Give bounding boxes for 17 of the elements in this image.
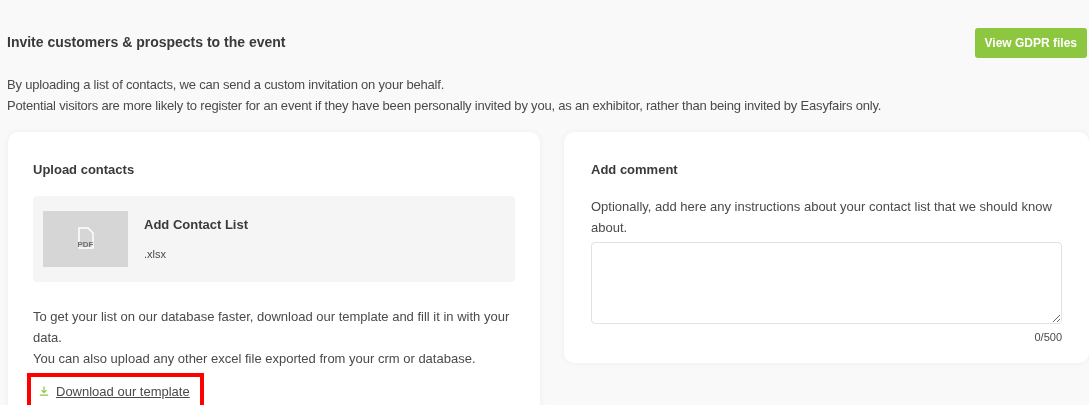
card-title: Upload contacts bbox=[33, 161, 136, 179]
help-text: You can also upload any other excel file exported from your crm or database. bbox=[33, 349, 477, 368]
character-counter: 0/500 bbox=[1034, 330, 1062, 345]
comment-field[interactable] bbox=[591, 241, 1062, 324]
file-type-label: PDF bbox=[77, 238, 94, 251]
help-text: To get your list on our database faster, download our template and fill it in with your data. bbox=[33, 307, 511, 347]
page-title: Invite customers & prospects to the event bbox=[7, 33, 286, 52]
file-format: .xlsx bbox=[144, 247, 167, 262]
comment-hint: Optionally, add here any instructions about your contact list that we should know about. bbox=[591, 197, 1053, 237]
document-icon bbox=[77, 226, 94, 249]
download-icon bbox=[39, 386, 49, 397]
upload-dropzone[interactable]: PDF Add Contact List .xlsx bbox=[33, 195, 515, 282]
card-title: Add comment bbox=[591, 161, 679, 179]
download-template-link[interactable]: Download our template bbox=[56, 381, 190, 401]
intro-text: Potential visitors are more likely to register for an event if they have been personally invited by you, as an exhibitor, rather than being invited by Easyfairs only. bbox=[7, 97, 883, 115]
dropzone-title: Add Contact List bbox=[144, 215, 248, 234]
intro-text: By uploading a list of contacts, we can send a custom invitation on your behalf. bbox=[7, 76, 446, 94]
